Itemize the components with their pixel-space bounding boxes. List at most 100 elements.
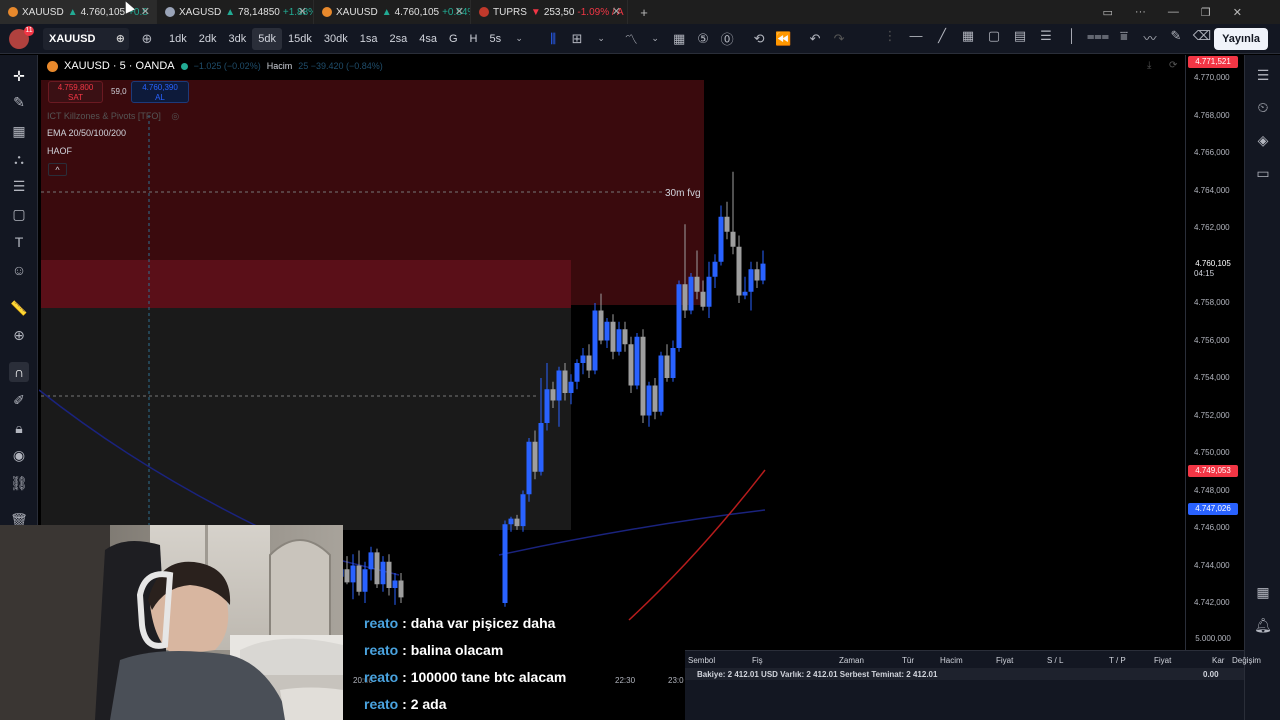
rectangle-icon[interactable]: ▢ <box>9 204 29 224</box>
emoji-icon[interactable]: ☺ <box>9 260 29 280</box>
browser-tab[interactable]: XAGUSD ▲ 78,14850 +1.88% ✕ <box>157 0 314 24</box>
chat-icon[interactable]: ▭ <box>1253 163 1273 183</box>
column-header[interactable]: Değişim <box>1232 656 1261 665</box>
chevron-down-icon[interactable]: ⌄ <box>643 33 667 44</box>
interval-3dk[interactable]: 3dk <box>223 28 253 50</box>
avatar[interactable]: 11 <box>9 25 34 49</box>
column-header[interactable]: Fiyat <box>1154 656 1171 665</box>
indicator-killzones[interactable]: ICT Killzones & Pivots [TFO] ◎ <box>47 111 179 122</box>
channel-icon[interactable]: ⩶ <box>1086 28 1110 47</box>
interval-1sa[interactable]: 1sa <box>354 28 384 50</box>
vertical-line-icon[interactable]: │ <box>1060 28 1084 47</box>
sell-button[interactable]: 4.759,800 SAT <box>48 81 103 103</box>
interval-5s[interactable]: 5s <box>483 28 507 50</box>
scroll-to-latest-icon[interactable]: ⤓ <box>1147 60 1151 71</box>
indicator-ema[interactable]: EMA 20/50/100/200 <box>47 128 126 138</box>
undo-icon[interactable]: ↶ <box>803 31 827 47</box>
column-header[interactable]: Fiyat <box>996 656 1013 665</box>
close-tab-icon[interactable]: ✕ <box>298 5 307 18</box>
browser-tab[interactable]: TUPRS ▼ 253,50 -1.09% / A ✕ <box>471 0 628 24</box>
column-header[interactable]: Hacim <box>940 656 963 665</box>
pattern-icon[interactable]: ⛬ <box>9 149 29 169</box>
replay-icon[interactable]: ⓪ <box>715 29 739 48</box>
hidden-eye-icon[interactable]: ◎ <box>171 111 179 121</box>
column-header[interactable]: Fiş <box>752 656 763 665</box>
path-icon[interactable]: 〰 <box>1138 28 1162 47</box>
redo-icon[interactable]: ↷ <box>827 31 851 47</box>
calendar-icon[interactable]: ▦ <box>1253 582 1273 602</box>
interval-15dk[interactable]: 15dk <box>282 28 318 50</box>
interval-2dk[interactable]: 2dk <box>193 28 223 50</box>
new-tab-icon[interactable]: + <box>634 5 654 20</box>
trend-line-icon[interactable]: ╱ <box>930 28 954 47</box>
interval-2sa[interactable]: 2sa <box>383 28 413 50</box>
column-header[interactable]: Zaman <box>839 656 864 665</box>
brush-icon[interactable]: ✎ <box>1164 28 1188 47</box>
publish-button[interactable]: Yayınla <box>1214 28 1268 50</box>
interval-1dk[interactable]: 1dk <box>163 28 193 50</box>
rectangle-icon[interactable]: ▢ <box>982 28 1006 47</box>
templates-icon[interactable]: ▦ <box>667 31 691 47</box>
text-icon[interactable]: T <box>9 232 29 252</box>
collapse-legend-button[interactable]: ^ <box>48 163 67 176</box>
browser-tab[interactable]: XAUUSD ▲ 4.760,105 +0.84% ✕ <box>314 0 471 24</box>
interval-G[interactable]: G <box>443 28 464 50</box>
compare-plus-icon[interactable]: ⊕ <box>116 32 125 45</box>
eye-icon[interactable]: ◉ <box>9 445 29 465</box>
indicators-icon[interactable]: 〽 <box>619 29 643 48</box>
magnet-icon[interactable]: ∩ <box>9 362 29 382</box>
bullish-candle <box>580 355 586 363</box>
symbol-search[interactable]: XAUUSD ⊕ <box>43 27 129 50</box>
ruler-icon[interactable]: 📏 <box>9 298 29 318</box>
lock-icon[interactable]: 🔒︎ <box>9 418 29 438</box>
candle-style-icon[interactable]: ⊞ <box>565 31 589 47</box>
close-window-icon[interactable]: ✕ <box>1233 6 1242 19</box>
minimize-icon[interactable]: — <box>1168 6 1179 18</box>
interval-H[interactable]: H <box>464 28 484 50</box>
buy-button[interactable]: 4.760,390 AL <box>131 81 189 103</box>
auto-scale-icon[interactable]: ⟳ <box>1169 60 1177 71</box>
eraser-icon[interactable]: ⌫ <box>1190 28 1214 47</box>
interval-5dk[interactable]: 5dk <box>252 27 282 50</box>
interval-30dk[interactable]: 30dk <box>318 28 354 50</box>
legend-title[interactable]: XAUUSD · 5 · OANDA <box>64 60 175 72</box>
rewind-icon[interactable]: ⏪ <box>771 31 795 47</box>
watchlist-icon[interactable]: ☰ <box>1253 65 1273 85</box>
alerts-clock-icon[interactable]: ⏲ <box>1253 97 1273 117</box>
fib-icon[interactable]: ☰ <box>9 176 29 196</box>
horizontal-line-icon[interactable]: — <box>904 28 928 47</box>
monitor-icon[interactable]: ▭ <box>1103 6 1113 19</box>
notification-bell-icon[interactable]: 🔔︎ <box>1253 615 1273 635</box>
alert-icon[interactable]: ⑤ <box>691 31 715 47</box>
column-header[interactable]: Sembol <box>688 656 715 665</box>
column-header[interactable]: S / L <box>1047 656 1063 665</box>
browser-tab[interactable]: XAUUSD ▲ 4.760,105 +0.8 ✕ <box>0 0 157 24</box>
interval-4sa[interactable]: 4sa <box>413 28 443 50</box>
close-tab-icon[interactable]: ✕ <box>612 5 621 18</box>
more-icon[interactable]: ··· <box>1135 6 1146 18</box>
grid-icon[interactable]: ▦ <box>956 28 980 47</box>
close-tab-icon[interactable]: ✕ <box>141 5 150 18</box>
column-header[interactable]: T / P <box>1109 656 1126 665</box>
snapshot-icon[interactable]: ⟲ <box>747 31 771 47</box>
pencil-icon[interactable]: ✎ <box>9 92 29 112</box>
chevron-down-icon[interactable]: ⌄ <box>589 33 613 44</box>
lock-drawing-icon[interactable]: ✐ <box>9 390 29 410</box>
add-symbol-icon[interactable]: ⊕ <box>135 31 159 47</box>
fib-icon[interactable]: ▤ <box>1008 28 1032 47</box>
column-header[interactable]: Tür <box>902 656 914 665</box>
maximize-icon[interactable]: ❐ <box>1201 6 1211 19</box>
link-icon[interactable]: ⛓ <box>9 473 29 493</box>
layers-icon[interactable]: ◈ <box>1253 130 1273 150</box>
close-tab-icon[interactable]: ✕ <box>455 5 464 18</box>
grid-icon[interactable]: ▦ <box>9 121 29 141</box>
bar-style-icon[interactable]: ⫼ <box>541 31 565 47</box>
lines-icon[interactable]: ☰ <box>1034 28 1058 47</box>
price-axis[interactable]: 4.770,000 4.768,000 4.766,000 4.764,000 4.76… <box>1185 55 1244 650</box>
chevron-down-icon[interactable]: ⌄ <box>507 33 531 44</box>
column-header[interactable]: Kar <box>1212 656 1224 665</box>
pitchfork-icon[interactable]: ⩸ <box>1112 28 1136 47</box>
crosshair-icon[interactable]: ✛ <box>9 66 29 86</box>
indicator-haof[interactable]: HAOF <box>47 146 72 156</box>
zoom-icon[interactable]: ⊕ <box>9 325 29 345</box>
